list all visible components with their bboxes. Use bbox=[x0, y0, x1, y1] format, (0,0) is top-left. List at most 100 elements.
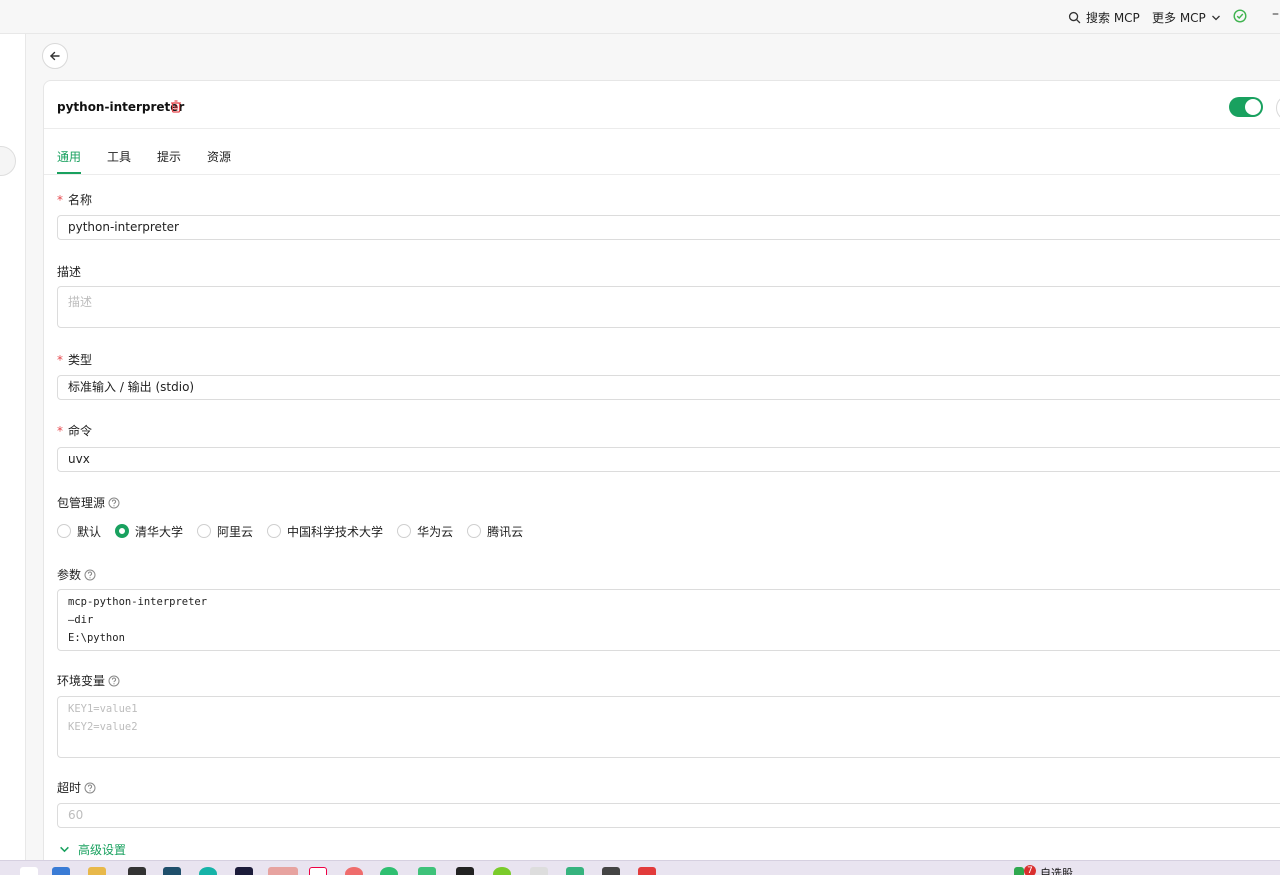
more-mcp-dropdown[interactable]: 更多 MCP bbox=[1152, 9, 1221, 26]
args-textarea[interactable]: mcp-python-interpreter —dir E:\python bbox=[57, 589, 1280, 651]
search-mcp-button[interactable]: 搜索 MCP bbox=[1068, 9, 1140, 26]
folder-icon[interactable] bbox=[88, 867, 106, 875]
app-icon[interactable] bbox=[128, 867, 146, 875]
app-icon[interactable] bbox=[235, 867, 253, 875]
name-label: * 名称 bbox=[57, 191, 92, 208]
notification-badge: 7 bbox=[1024, 865, 1036, 875]
name-label-text: 名称 bbox=[68, 193, 93, 207]
help-icon[interactable] bbox=[84, 569, 96, 581]
tab-general[interactable]: 通用 bbox=[57, 148, 81, 165]
radio-label: 默认 bbox=[77, 524, 102, 539]
registry-option-tsinghua[interactable]: 清华大学 bbox=[115, 523, 183, 540]
radio-label: 阿里云 bbox=[217, 524, 254, 539]
tab-bar: 通用 工具 提示 资源 bbox=[44, 129, 1280, 175]
trash-icon bbox=[171, 100, 181, 113]
radio-label: 清华大学 bbox=[135, 524, 184, 539]
args-line: —dir bbox=[68, 614, 94, 626]
required-mark: * bbox=[57, 192, 63, 207]
sidebar-toggle-button[interactable] bbox=[0, 146, 16, 176]
sidebar bbox=[0, 34, 26, 860]
registry-option-ustc[interactable]: 中国科学技术大学 bbox=[267, 523, 383, 540]
app-icon[interactable] bbox=[456, 867, 474, 875]
registry-radio-group: 默认 清华大学 阿里云 中国科学技术大学 华为云 腾讯云 bbox=[57, 523, 537, 539]
type-label: * 类型 bbox=[57, 351, 92, 368]
name-input[interactable]: python-interpreter bbox=[57, 215, 1280, 240]
args-label-text: 参数 bbox=[57, 568, 82, 582]
type-label-text: 类型 bbox=[68, 353, 93, 367]
app-icon[interactable] bbox=[309, 867, 327, 875]
command-label-text: 命令 bbox=[68, 424, 93, 438]
registry-option-tencent[interactable]: 腾讯云 bbox=[467, 523, 523, 540]
description-label: 描述 bbox=[57, 263, 81, 280]
advanced-settings-toggle[interactable]: 高级设置 bbox=[59, 841, 126, 858]
minimize-button[interactable]: – bbox=[1272, 6, 1279, 22]
env-label: 环境变量 bbox=[57, 672, 120, 689]
app-icon[interactable] bbox=[493, 867, 511, 875]
os-taskbar: 7 自选股 bbox=[0, 860, 1280, 875]
timeout-label-text: 超时 bbox=[57, 781, 82, 795]
env-label-text: 环境变量 bbox=[57, 674, 106, 688]
chevron-down-icon bbox=[60, 846, 69, 853]
browser-icon[interactable] bbox=[52, 867, 70, 875]
app-icon[interactable] bbox=[566, 867, 584, 875]
server-enabled-toggle[interactable] bbox=[1229, 97, 1263, 117]
app-icon[interactable] bbox=[163, 867, 181, 875]
help-icon[interactable] bbox=[84, 782, 96, 794]
radio-circle bbox=[267, 524, 282, 538]
registry-option-aliyun[interactable]: 阿里云 bbox=[197, 523, 253, 540]
more-mcp-label: 更多 MCP bbox=[1152, 11, 1206, 25]
radio-circle bbox=[57, 524, 71, 538]
app-icon[interactable] bbox=[380, 867, 398, 875]
advanced-settings-label: 高级设置 bbox=[78, 843, 127, 857]
required-mark: * bbox=[57, 352, 63, 367]
env-textarea[interactable]: KEY1=value1 KEY2=value2 bbox=[57, 696, 1280, 758]
radio-circle-checked bbox=[115, 524, 130, 538]
check-circle-icon bbox=[1233, 9, 1247, 23]
radio-circle bbox=[197, 524, 212, 538]
tab-tools[interactable]: 工具 bbox=[107, 148, 131, 165]
type-select[interactable]: 标准输入 / 输出 (stdio) bbox=[57, 375, 1280, 400]
description-textarea[interactable]: 描述 bbox=[57, 286, 1280, 328]
delete-server-button[interactable] bbox=[170, 100, 182, 116]
args-label: 参数 bbox=[57, 566, 96, 583]
app-icon[interactable] bbox=[199, 867, 217, 875]
app-icon[interactable] bbox=[268, 867, 298, 875]
card-header: python-interpreter bbox=[44, 81, 1280, 129]
command-label: * 命令 bbox=[57, 422, 92, 439]
timeout-input[interactable]: 60 bbox=[57, 803, 1280, 828]
required-mark: * bbox=[57, 423, 63, 438]
stock-app-icon[interactable] bbox=[1014, 867, 1024, 875]
search-icon bbox=[1068, 11, 1081, 24]
search-mcp-label: 搜索 MCP bbox=[1086, 11, 1140, 25]
timeout-label: 超时 bbox=[57, 779, 96, 796]
active-tab-indicator bbox=[57, 172, 81, 174]
more-actions-button[interactable] bbox=[1276, 95, 1280, 121]
args-line: E:\python bbox=[68, 632, 125, 644]
registry-option-huawei[interactable]: 华为云 bbox=[397, 523, 453, 540]
env-placeholder-line: KEY1=value1 bbox=[68, 703, 138, 715]
registry-option-default[interactable]: 默认 bbox=[57, 523, 101, 540]
tab-resources[interactable]: 资源 bbox=[207, 148, 231, 165]
top-bar: 搜索 MCP 更多 MCP – bbox=[0, 0, 1280, 34]
app-icon[interactable] bbox=[602, 867, 620, 875]
app-icon[interactable] bbox=[638, 867, 656, 875]
command-input[interactable]: uvx bbox=[57, 447, 1280, 472]
app-icon[interactable] bbox=[530, 867, 548, 875]
help-icon[interactable] bbox=[108, 497, 120, 509]
help-icon[interactable] bbox=[108, 675, 120, 687]
connection-status[interactable] bbox=[1233, 9, 1247, 23]
radio-circle bbox=[397, 524, 412, 538]
radio-circle bbox=[467, 524, 482, 538]
chevron-down-icon bbox=[1211, 15, 1220, 20]
toggle-knob bbox=[1245, 99, 1261, 115]
app-icon[interactable] bbox=[345, 867, 363, 875]
radio-label: 腾讯云 bbox=[487, 524, 524, 539]
args-line: mcp-python-interpreter bbox=[68, 596, 208, 608]
description-label-text: 描述 bbox=[57, 265, 82, 279]
app-icon[interactable] bbox=[418, 867, 436, 875]
start-icon[interactable] bbox=[20, 867, 38, 875]
stock-label[interactable]: 自选股 bbox=[1040, 865, 1073, 875]
tab-prompts[interactable]: 提示 bbox=[157, 148, 181, 165]
radio-label: 中国科学技术大学 bbox=[287, 524, 384, 539]
back-button[interactable] bbox=[42, 43, 68, 69]
